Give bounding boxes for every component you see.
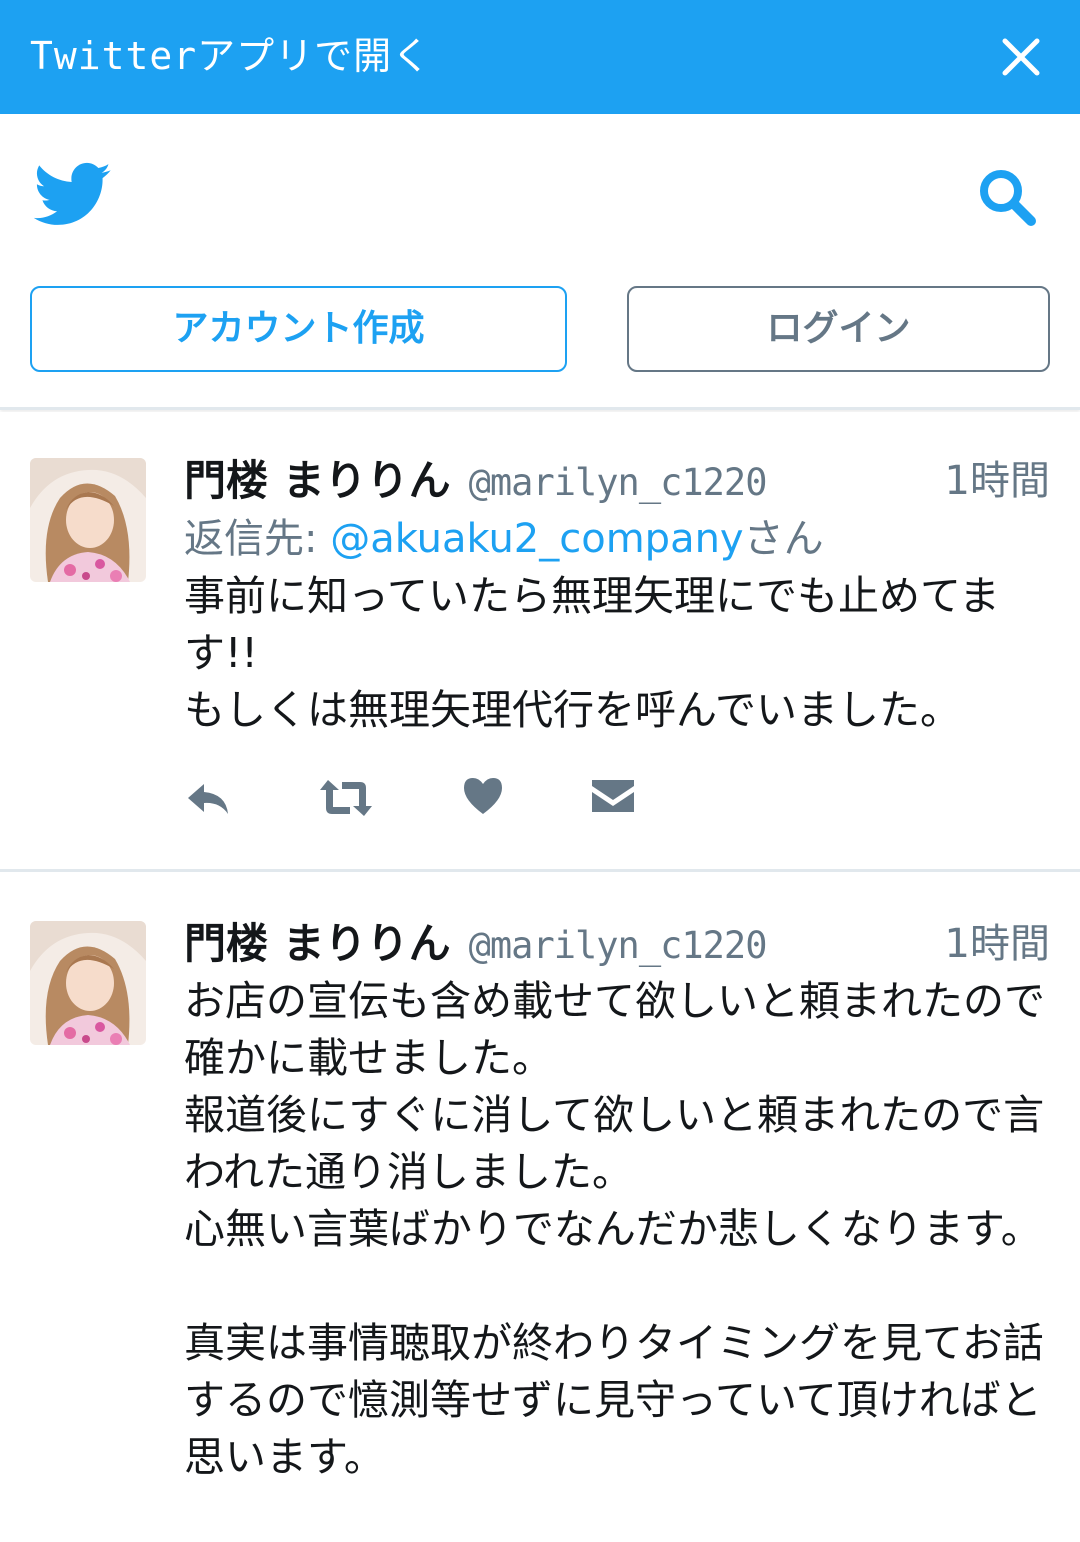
close-icon[interactable] [998,34,1044,80]
reply-to-line: 返信先: @akuaku2_companyさん [184,510,1054,568]
timestamp[interactable]: 1時間 [945,452,1050,510]
open-in-app-banner[interactable]: Twitterアプリで開く [0,0,1080,114]
direct-message-icon[interactable] [590,776,636,820]
display-name[interactable]: 門楼 まりりん [184,919,451,968]
twitter-bird-icon[interactable] [33,160,112,230]
tweet-text: 事前に知っていたら無理矢理にでも止めてます!! もしくは無理矢理代行を呼んでいま… [184,572,1000,734]
avatar[interactable] [30,458,146,582]
like-icon[interactable] [462,776,504,820]
tweet[interactable]: 門楼 まりりん @marilyn_c1220 1時間 返信先: @akuaku2_… [0,412,1080,872]
avatar[interactable] [30,921,146,1045]
search-icon[interactable] [976,166,1038,228]
reply-to-prefix: 返信先: [184,516,331,562]
tweet[interactable]: 門楼 まりりん @marilyn_c1220 1時間 お店の宣伝も含め載せて欲しい… [0,875,1080,1542]
banner-title[interactable]: Twitterアプリで開く [30,28,431,84]
user-handle[interactable]: @marilyn_c1220 [469,924,768,967]
timestamp[interactable]: 1時間 [945,915,1050,973]
login-button[interactable]: ログイン [627,286,1050,372]
display-name[interactable]: 門楼 まりりん [184,456,451,505]
reply-icon[interactable] [184,776,232,820]
user-handle[interactable]: @marilyn_c1220 [469,461,768,504]
retweet-icon[interactable] [318,776,374,820]
header: アカウント作成 ログイン [0,114,1080,410]
reply-to-link[interactable]: @akuaku2_company [330,516,743,562]
tweet-text: お店の宣伝も含め載せて欲しいと頼まれたので確かに載せました。 報道後にすぐに消し… [184,977,1045,1481]
create-account-button[interactable]: アカウント作成 [30,286,567,372]
tweet-actions [184,776,664,820]
reply-to-suffix: さん [743,516,824,562]
